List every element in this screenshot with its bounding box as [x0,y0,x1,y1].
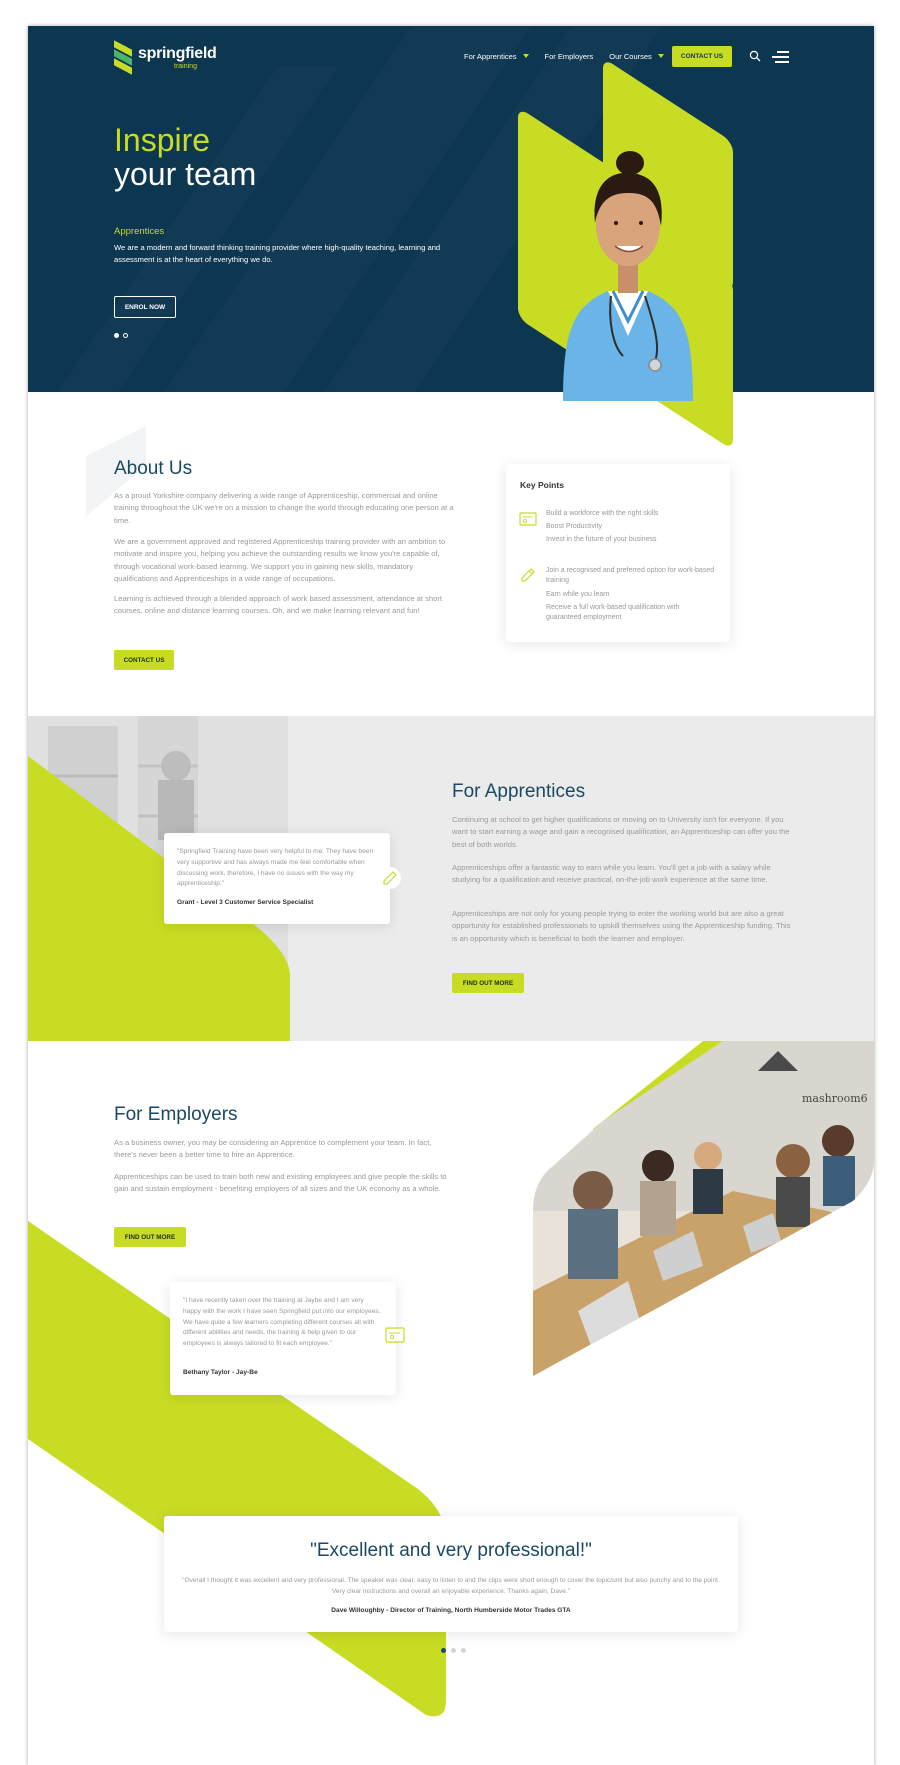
chevron-down-icon [522,54,529,58]
page: springfield training For Apprentices For… [28,26,874,1765]
apprentice-quote-card: "Springfield Training have been very hel… [164,833,401,924]
apprentice-quote-author: Grant - Level 3 Customer Service Special… [177,899,314,906]
employers-paragraph-2: Apprenticeships can be used to train bot… [114,1172,447,1194]
carousel-dot[interactable] [461,1648,466,1653]
key-point-item: Join a recognised and preferred option f… [546,567,715,584]
hero-title-line2: your team [114,156,257,192]
carousel-dot[interactable] [441,1648,446,1653]
key-point-item: Build a workforce with the right skills [546,510,659,517]
apprentices-paragraph-3: Apprenticeships are not only for young p… [452,909,791,943]
logo-mark-icon [114,40,134,75]
key-point-item: Receive a full work-based qualification … [546,604,680,621]
about-title: About Us [114,458,193,479]
header-contact-button[interactable]: CONTACT US [672,46,732,67]
nav-item-for-apprentices[interactable]: For Apprentices [464,52,529,61]
certificate-icon [519,512,537,526]
logo-subtitle: training [174,63,197,70]
apprentices-title: For Apprentices [452,781,586,802]
carousel-dot[interactable] [451,1648,456,1653]
hero-slider-dots [114,333,128,338]
key-points-title: Key Points [520,480,564,490]
nurse-photo [563,151,693,401]
employer-quote-author: Bethany Taylor - Jay-Be [183,1369,258,1376]
pencil-icon [521,568,535,582]
testimonial-carousel-dots [441,1648,466,1653]
key-points-card: Key Points Build a workforce with the ri… [506,464,730,642]
hero-section: springfield training For Apprentices For… [28,26,874,392]
logo-name: springfield [138,45,217,62]
apprentices-paragraph-2: Apprenticeships offer a fantastic way to… [452,863,771,885]
menu-icon[interactable] [772,50,789,63]
apprentices-find-out-more-button[interactable]: FIND OUT MORE [452,973,524,993]
about-contact-button[interactable]: CONTACT US [114,650,174,670]
slider-dot[interactable] [114,333,119,338]
apprentices-section: "Springfield Training have been very hel… [28,716,874,1041]
certificate-icon [385,1327,405,1343]
main-nav: For Apprentices For Employers Our Course… [464,46,680,66]
key-point-item: Earn while you learn [546,591,610,598]
key-point-item: Invest in the future of your business [546,536,657,543]
apprentice-quote-text: "Springfield Training have been very hel… [177,848,374,888]
hero-title-line1: Inspire [114,122,211,158]
employers-title: For Employers [114,1104,238,1125]
about-paragraph-1: As a proud Yorkshire company delivering … [114,491,454,525]
pencil-icon [379,867,401,889]
nav-item-our-courses[interactable]: Our Courses [609,52,664,61]
nav-item-label: For Apprentices [464,51,517,61]
hero-description: We are a modern and forward thinking tra… [114,243,441,264]
chevron-down-icon [657,54,664,58]
apprentices-paragraph-1: Continuing at school to get higher quali… [452,815,790,849]
testimonial-headline: "Excellent and very professional!" [310,1540,592,1561]
about-paragraph-3: Learning is achieved through a blended a… [114,594,443,616]
testimonial-card: "Excellent and very professional!" "Over… [164,1516,738,1632]
brand-logo[interactable]: springfield training [114,40,217,75]
hero-subtitle: Apprentices [114,226,165,237]
key-point-item: Boost Productivity [546,523,603,530]
nav-item-label: Our Courses [609,51,652,61]
nav-item-label: For Employers [544,51,594,61]
photo-wall-sign: mashroom6 [802,1092,868,1105]
search-icon[interactable] [749,50,761,62]
nav-item-for-employers[interactable]: For Employers [545,52,594,61]
enrol-now-button[interactable]: ENROL NOW [114,296,176,318]
employers-paragraph-1: As a business owner, you may be consider… [114,1138,432,1160]
testimonial-author: Dave Willoughby - Director of Training, … [331,1607,571,1614]
slider-dot[interactable] [123,333,128,338]
employer-quote-card: "I have recently taken over the training… [170,1282,405,1395]
employers-find-out-more-button[interactable]: FIND OUT MORE [114,1227,186,1247]
about-paragraph-2: We are a government approved and registe… [114,537,446,584]
employer-quote-text: "I have recently taken over the training… [183,1297,381,1348]
testimonial-body: "Overall I thought it was excellent and … [182,1577,720,1595]
